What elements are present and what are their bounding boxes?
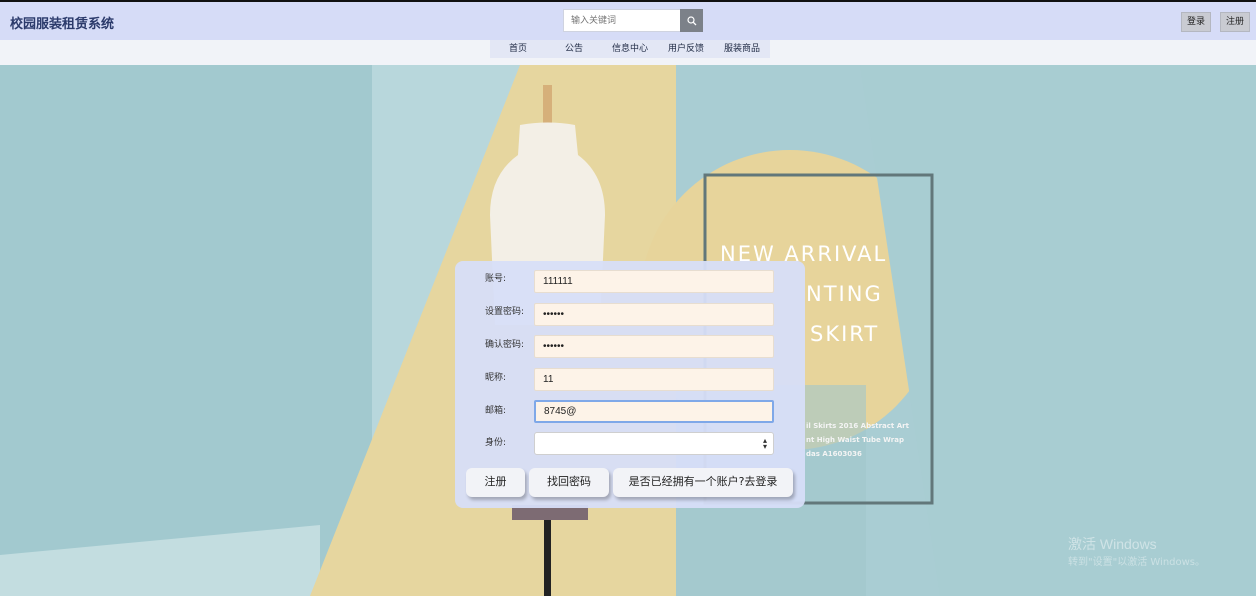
register-form-card: 账号: 111111 设置密码: •••••• 确认密码: •••••• 昵称:… xyxy=(455,261,805,508)
promo-small-2: nt High Waist Tube Wrap xyxy=(806,436,904,444)
search-input[interactable] xyxy=(563,9,680,32)
confirm-password-label: 确认密码: xyxy=(485,340,525,350)
email-field[interactable]: 8745@ xyxy=(534,400,774,423)
password-field[interactable]: •••••• xyxy=(534,303,774,326)
login-button[interactable]: 登录 xyxy=(1181,12,1212,32)
windows-watermark-title: 激活 Windows xyxy=(1068,536,1157,552)
nav-item-feedback[interactable]: 用户反馈 xyxy=(658,40,714,58)
promo-small-3: das A1603036 xyxy=(806,450,862,458)
select-arrows-icon: ▴ ▾ xyxy=(762,436,767,451)
search-bar xyxy=(563,9,703,32)
identity-select[interactable]: ▴ ▾ xyxy=(534,432,774,455)
promo-line-3: SKIRT xyxy=(810,322,880,346)
search-icon xyxy=(686,15,696,25)
nav-item-info-center[interactable]: 信息中心 xyxy=(602,40,658,58)
windows-watermark-subtitle: 转到"设置"以激活 Windows。 xyxy=(1068,557,1206,568)
register-submit-button[interactable]: 注册 xyxy=(466,468,525,497)
nav-item-clothing[interactable]: 服装商品 xyxy=(714,40,770,58)
promo-small-1: il Skirts 2016 Abstract Art xyxy=(806,422,909,430)
nav-item-announcement[interactable]: 公告 xyxy=(546,40,602,58)
app-title: 校园服装租赁系统 xyxy=(10,17,115,32)
password-label: 设置密码: xyxy=(485,307,525,317)
recover-password-button[interactable]: 找回密码 xyxy=(529,468,609,497)
main-nav: 首页 公告 信息中心 用户反馈 服装商品 xyxy=(490,40,770,58)
nav-strip: 首页 公告 信息中心 用户反馈 服装商品 xyxy=(0,40,1256,65)
email-label: 邮箱: xyxy=(485,406,507,416)
confirm-password-field[interactable]: •••••• xyxy=(534,335,774,358)
search-button[interactable] xyxy=(680,9,703,32)
nickname-label: 昵称: xyxy=(485,373,507,383)
top-header: 校园服装租赁系统 登录 注册 xyxy=(0,0,1256,40)
account-label: 账号: xyxy=(485,274,507,284)
promo-line-2: NTING xyxy=(806,282,883,306)
identity-label: 身份: xyxy=(485,438,507,448)
account-field[interactable]: 111111 xyxy=(534,270,774,293)
nickname-field[interactable]: 11 xyxy=(534,368,774,391)
go-login-button[interactable]: 是否已经拥有一个账户?去登录 xyxy=(613,468,793,497)
nav-item-home[interactable]: 首页 xyxy=(490,40,546,58)
register-header-button[interactable]: 注册 xyxy=(1220,12,1251,32)
